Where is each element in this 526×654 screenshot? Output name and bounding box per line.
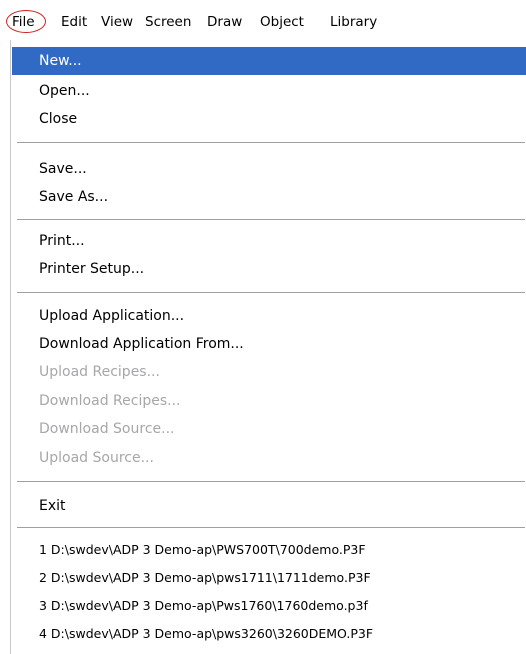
recent-file-4[interactable]: 4 D:\swdev\ADP 3 Demo-ap\pws3260\3260DEM… [12, 620, 526, 648]
menu-item-save-as[interactable]: Save As... [12, 183, 526, 211]
menu-bar: File Edit View Screen Draw Object Librar… [0, 0, 526, 40]
menu-item-upload-source: Upload Source... [39, 450, 154, 466]
menu-item-download-source: Download Source... [39, 421, 175, 437]
menu-object[interactable]: Object [260, 12, 304, 32]
menu-item-download-application-from[interactable]: Download Application From... [12, 330, 526, 358]
menu-separator [17, 142, 525, 144]
menu-item-print[interactable]: Print... [12, 227, 526, 255]
recent-file-2[interactable]: 2 D:\swdev\ADP 3 Demo-ap\pws1711\1711dem… [12, 564, 526, 592]
menu-draw[interactable]: Draw [207, 12, 242, 32]
menu-file[interactable]: File [12, 12, 35, 32]
menu-item-upload-recipes: Upload Recipes... [39, 364, 160, 380]
file-dropdown-menu: New... Open... Close Save... Save As... … [10, 40, 526, 654]
menu-item-printer-setup[interactable]: Printer Setup... [12, 255, 526, 283]
menu-library[interactable]: Library [330, 12, 377, 32]
recent-file-3[interactable]: 3 D:\swdev\ADP 3 Demo-ap\Pws1760\1760dem… [12, 592, 526, 620]
recent-file-1[interactable]: 1 D:\swdev\ADP 3 Demo-ap\PWS700T\700demo… [12, 536, 526, 564]
menu-item-open[interactable]: Open... [12, 77, 526, 105]
menu-item-close[interactable]: Close [12, 105, 526, 133]
menu-separator [17, 219, 525, 221]
menu-item-download-recipes: Download Recipes... [39, 393, 181, 409]
menu-item-save[interactable]: Save... [12, 155, 526, 183]
menu-item-new[interactable]: New... [12, 47, 526, 75]
menu-edit[interactable]: Edit [61, 12, 87, 32]
menu-separator [17, 527, 525, 529]
menu-screen[interactable]: Screen [145, 12, 191, 32]
menu-separator [17, 481, 525, 483]
menu-separator [17, 292, 525, 294]
menu-item-exit[interactable]: Exit [12, 492, 526, 520]
menu-item-upload-application[interactable]: Upload Application... [12, 302, 526, 330]
menu-view[interactable]: View [101, 12, 133, 32]
